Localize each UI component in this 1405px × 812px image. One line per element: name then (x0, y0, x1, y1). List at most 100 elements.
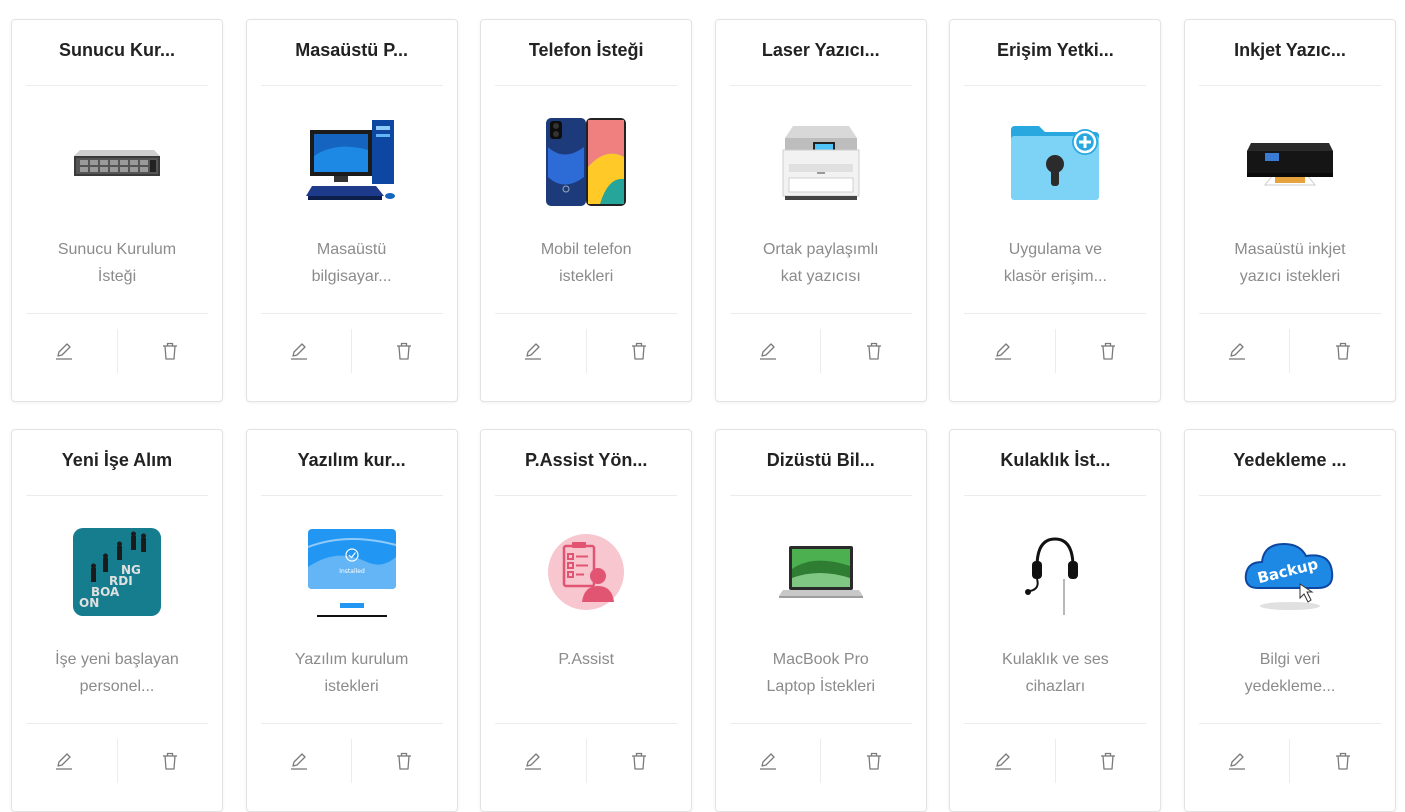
catalog-card[interactable]: Laser Yazıcı... Ortak paylaşımlı kat yaz… (714, 19, 927, 402)
catalog-card[interactable]: Erişim Yetki... Uygulama ve klasör erişi… (949, 19, 1162, 402)
divider (495, 723, 678, 724)
edit-button[interactable] (1185, 329, 1290, 373)
delete-button[interactable] (821, 329, 926, 373)
divider (26, 85, 208, 86)
delete-button[interactable] (118, 739, 223, 783)
divider (1198, 85, 1381, 86)
edit-button[interactable] (950, 739, 1055, 783)
card-actions (247, 329, 457, 373)
divider (260, 723, 443, 724)
card-actions (481, 329, 691, 373)
folder-access-image (1009, 116, 1101, 208)
divider (495, 495, 678, 496)
divider (26, 723, 208, 724)
trash-icon (162, 752, 177, 770)
backup-image: Backup (1244, 526, 1336, 618)
delete-button[interactable] (352, 329, 457, 373)
trash-icon (397, 342, 412, 360)
card-actions (950, 329, 1160, 373)
edit-button[interactable] (481, 739, 586, 783)
trash-icon (1101, 342, 1116, 360)
catalog-card[interactable]: Kulaklık İst... Kulaklık ve ses cihazlar… (949, 429, 1162, 812)
catalog-card[interactable]: Masaüstü P... Masaüstü bilgisayar... (245, 19, 458, 402)
divider (495, 85, 678, 86)
card-title: Yeni İşe Alım (61, 450, 173, 470)
card-description: Ortak paylaşımlı kat yazıcısı (762, 241, 879, 285)
catalog-card[interactable]: Sunucu Kur... Sunucu Kurulum İsteği (11, 19, 223, 402)
edit-button[interactable] (950, 329, 1055, 373)
edit-button[interactable] (716, 329, 821, 373)
card-actions (247, 739, 457, 783)
catalog-card[interactable]: Yedekleme ... Backup Bilgi veri yedeklem… (1183, 429, 1396, 812)
delete-button[interactable] (1056, 739, 1161, 783)
delete-button[interactable] (821, 739, 926, 783)
trash-icon (866, 342, 881, 360)
catalog-card[interactable]: Inkjet Yazıc... Masaüstü inkjet yazıcı i… (1183, 19, 1396, 402)
card-title: Sunucu Kur... (58, 40, 175, 60)
divider (1198, 723, 1381, 724)
delete-button[interactable] (587, 329, 692, 373)
card-actions (716, 329, 926, 373)
svg-text:ON: ON (79, 596, 99, 610)
card-title: Inkjet Yazıc... (1234, 40, 1346, 60)
trash-icon (631, 752, 646, 770)
divider (964, 313, 1147, 314)
divider (1198, 495, 1381, 496)
trash-icon (631, 342, 646, 360)
pencil-icon (290, 343, 307, 360)
catalog-card[interactable]: Yazılım kur... Installed Yazılım kurulum… (245, 429, 458, 812)
divider (495, 313, 678, 314)
card-description: Masaüstü bilgisayar... (311, 241, 392, 285)
delete-button[interactable] (352, 739, 457, 783)
edit-button[interactable] (247, 329, 352, 373)
card-title: Telefon İsteği (528, 40, 644, 60)
edit-button[interactable] (12, 739, 117, 783)
card-description: Kulaklık ve ses cihazları (1002, 651, 1109, 695)
catalog-card[interactable]: Yeni İşe Alım NG RDI BOA ON İşe yeni baş… (11, 429, 223, 812)
delete-button[interactable] (118, 329, 223, 373)
divider (729, 313, 912, 314)
delete-button[interactable] (1290, 739, 1395, 783)
delete-button[interactable] (587, 739, 692, 783)
mobile-phone-image (540, 116, 632, 208)
card-description: Masaüstü inkjet yazıcı istekleri (1234, 241, 1346, 285)
divider (260, 495, 443, 496)
divider (729, 85, 912, 86)
divider (729, 495, 912, 496)
pencil-icon (56, 343, 73, 360)
delete-button[interactable] (1290, 329, 1395, 373)
trash-icon (1101, 752, 1116, 770)
card-description: Bilgi veri yedekleme... (1244, 651, 1336, 695)
card-title: Dizüstü Bil... (766, 450, 875, 470)
edit-button[interactable] (247, 739, 352, 783)
edit-button[interactable] (12, 329, 117, 373)
trash-icon (1335, 342, 1350, 360)
svg-text:Installed: Installed (339, 568, 365, 575)
server-rack-image (71, 116, 163, 208)
inkjet-printer-image (1244, 116, 1336, 208)
card-title: Yedekleme ... (1233, 450, 1347, 470)
software-install-image: Installed (306, 526, 398, 618)
edit-button[interactable] (1185, 739, 1290, 783)
catalog-card[interactable]: Telefon İsteği Mobil telefon istekleri (480, 19, 693, 402)
desktop-computer-image (305, 116, 398, 208)
card-title: Kulaklık İst... (1000, 450, 1111, 470)
delete-button[interactable] (1056, 329, 1161, 373)
laser-printer-image (775, 116, 867, 208)
catalog-card[interactable]: P.Assist Yön... P.Assist (480, 429, 693, 812)
edit-button[interactable] (481, 329, 586, 373)
divider (964, 495, 1147, 496)
pencil-icon (994, 343, 1011, 360)
pencil-icon (994, 753, 1011, 770)
pencil-icon (56, 753, 73, 770)
trash-icon (1335, 752, 1350, 770)
card-title: Masaüstü P... (295, 40, 408, 60)
card-actions (1185, 329, 1395, 373)
card-title: Laser Yazıcı... (761, 40, 880, 60)
edit-button[interactable] (716, 739, 821, 783)
card-description: MacBook Pro Laptop İstekleri (766, 651, 876, 695)
card-description: P.Assist (558, 651, 615, 668)
catalog-card[interactable]: Dizüstü Bil... MacBook Pro Laptop İstekl… (714, 429, 927, 812)
pencil-icon (525, 343, 542, 360)
card-actions (716, 739, 926, 783)
